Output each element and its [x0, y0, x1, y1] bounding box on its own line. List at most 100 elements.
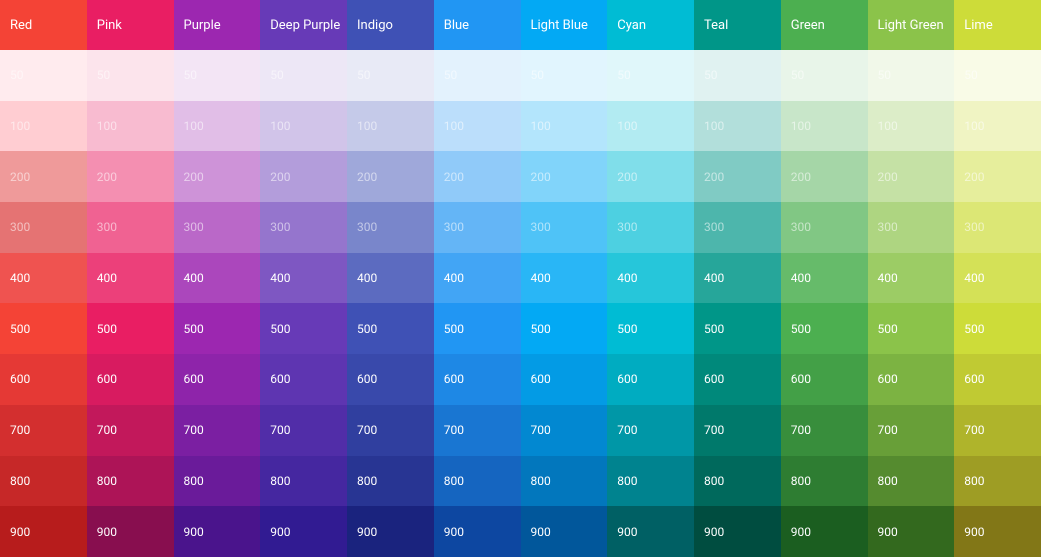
swatch-indigo-300[interactable]: 300	[347, 202, 434, 253]
swatch-blue-500[interactable]: 500	[434, 303, 521, 354]
swatch-pink-400[interactable]: 400	[87, 253, 174, 304]
swatch-deep-purple-500[interactable]: 500	[260, 303, 347, 354]
swatch-pink-700[interactable]: 700	[87, 405, 174, 456]
swatch-lime-300[interactable]: 300	[954, 202, 1041, 253]
swatch-lime-400[interactable]: 400	[954, 253, 1041, 304]
swatch-pink-300[interactable]: 300	[87, 202, 174, 253]
swatch-light-green-50[interactable]: 50	[868, 50, 955, 101]
swatch-pink-900[interactable]: 900	[87, 506, 174, 557]
swatch-teal-800[interactable]: 800	[694, 456, 781, 507]
swatch-pink-600[interactable]: 600	[87, 354, 174, 405]
swatch-lime-900[interactable]: 900	[954, 506, 1041, 557]
swatch-teal-700[interactable]: 700	[694, 405, 781, 456]
swatch-cyan-100[interactable]: 100	[607, 101, 694, 152]
swatch-indigo-400[interactable]: 400	[347, 253, 434, 304]
swatch-deep-purple-400[interactable]: 400	[260, 253, 347, 304]
swatch-lime-100[interactable]: 100	[954, 101, 1041, 152]
swatch-teal-50[interactable]: 50	[694, 50, 781, 101]
swatch-teal-200[interactable]: 200	[694, 151, 781, 202]
swatch-purple-50[interactable]: 50	[174, 50, 261, 101]
swatch-red-800[interactable]: 800	[0, 456, 87, 507]
swatch-deep-purple-100[interactable]: 100	[260, 101, 347, 152]
swatch-pink-50[interactable]: 50	[87, 50, 174, 101]
swatch-green-500[interactable]: 500	[781, 303, 868, 354]
swatch-red-300[interactable]: 300	[0, 202, 87, 253]
swatch-teal-900[interactable]: 900	[694, 506, 781, 557]
swatch-lime-500[interactable]: 500	[954, 303, 1041, 354]
swatch-light-blue-50[interactable]: 50	[521, 50, 608, 101]
color-header-cyan[interactable]: Cyan	[607, 0, 694, 50]
swatch-cyan-400[interactable]: 400	[607, 253, 694, 304]
swatch-light-blue-100[interactable]: 100	[521, 101, 608, 152]
swatch-cyan-50[interactable]: 50	[607, 50, 694, 101]
swatch-light-blue-300[interactable]: 300	[521, 202, 608, 253]
swatch-green-600[interactable]: 600	[781, 354, 868, 405]
swatch-indigo-100[interactable]: 100	[347, 101, 434, 152]
swatch-blue-200[interactable]: 200	[434, 151, 521, 202]
swatch-light-blue-700[interactable]: 700	[521, 405, 608, 456]
swatch-deep-purple-200[interactable]: 200	[260, 151, 347, 202]
swatch-green-900[interactable]: 900	[781, 506, 868, 557]
color-header-green[interactable]: Green	[781, 0, 868, 50]
swatch-indigo-900[interactable]: 900	[347, 506, 434, 557]
swatch-light-green-700[interactable]: 700	[868, 405, 955, 456]
swatch-deep-purple-900[interactable]: 900	[260, 506, 347, 557]
swatch-blue-100[interactable]: 100	[434, 101, 521, 152]
swatch-pink-800[interactable]: 800	[87, 456, 174, 507]
color-header-indigo[interactable]: Indigo	[347, 0, 434, 50]
swatch-green-300[interactable]: 300	[781, 202, 868, 253]
swatch-red-200[interactable]: 200	[0, 151, 87, 202]
color-header-purple[interactable]: Purple	[174, 0, 261, 50]
color-header-light-green[interactable]: Light Green	[868, 0, 955, 50]
swatch-indigo-500[interactable]: 500	[347, 303, 434, 354]
swatch-blue-600[interactable]: 600	[434, 354, 521, 405]
swatch-teal-600[interactable]: 600	[694, 354, 781, 405]
swatch-light-green-500[interactable]: 500	[868, 303, 955, 354]
swatch-lime-800[interactable]: 800	[954, 456, 1041, 507]
color-header-deep-purple[interactable]: Deep Purple	[260, 0, 347, 50]
swatch-red-700[interactable]: 700	[0, 405, 87, 456]
swatch-light-green-300[interactable]: 300	[868, 202, 955, 253]
swatch-deep-purple-300[interactable]: 300	[260, 202, 347, 253]
color-header-lime[interactable]: Lime	[954, 0, 1041, 50]
swatch-green-700[interactable]: 700	[781, 405, 868, 456]
swatch-light-green-800[interactable]: 800	[868, 456, 955, 507]
swatch-light-blue-900[interactable]: 900	[521, 506, 608, 557]
swatch-pink-200[interactable]: 200	[87, 151, 174, 202]
swatch-light-green-400[interactable]: 400	[868, 253, 955, 304]
swatch-indigo-200[interactable]: 200	[347, 151, 434, 202]
swatch-blue-800[interactable]: 800	[434, 456, 521, 507]
swatch-purple-900[interactable]: 900	[174, 506, 261, 557]
swatch-indigo-50[interactable]: 50	[347, 50, 434, 101]
swatch-light-green-600[interactable]: 600	[868, 354, 955, 405]
swatch-light-blue-200[interactable]: 200	[521, 151, 608, 202]
swatch-green-800[interactable]: 800	[781, 456, 868, 507]
swatch-purple-600[interactable]: 600	[174, 354, 261, 405]
swatch-indigo-700[interactable]: 700	[347, 405, 434, 456]
swatch-purple-500[interactable]: 500	[174, 303, 261, 354]
swatch-teal-400[interactable]: 400	[694, 253, 781, 304]
swatch-purple-100[interactable]: 100	[174, 101, 261, 152]
swatch-pink-100[interactable]: 100	[87, 101, 174, 152]
swatch-red-50[interactable]: 50	[0, 50, 87, 101]
swatch-cyan-500[interactable]: 500	[607, 303, 694, 354]
swatch-blue-400[interactable]: 400	[434, 253, 521, 304]
swatch-cyan-300[interactable]: 300	[607, 202, 694, 253]
swatch-blue-900[interactable]: 900	[434, 506, 521, 557]
swatch-light-green-200[interactable]: 200	[868, 151, 955, 202]
swatch-red-500[interactable]: 500	[0, 303, 87, 354]
color-header-pink[interactable]: Pink	[87, 0, 174, 50]
swatch-deep-purple-800[interactable]: 800	[260, 456, 347, 507]
swatch-deep-purple-600[interactable]: 600	[260, 354, 347, 405]
swatch-blue-300[interactable]: 300	[434, 202, 521, 253]
color-header-teal[interactable]: Teal	[694, 0, 781, 50]
swatch-pink-500[interactable]: 500	[87, 303, 174, 354]
swatch-light-blue-800[interactable]: 800	[521, 456, 608, 507]
swatch-deep-purple-700[interactable]: 700	[260, 405, 347, 456]
swatch-teal-300[interactable]: 300	[694, 202, 781, 253]
swatch-red-600[interactable]: 600	[0, 354, 87, 405]
swatch-green-400[interactable]: 400	[781, 253, 868, 304]
swatch-light-blue-600[interactable]: 600	[521, 354, 608, 405]
swatch-cyan-200[interactable]: 200	[607, 151, 694, 202]
swatch-blue-50[interactable]: 50	[434, 50, 521, 101]
